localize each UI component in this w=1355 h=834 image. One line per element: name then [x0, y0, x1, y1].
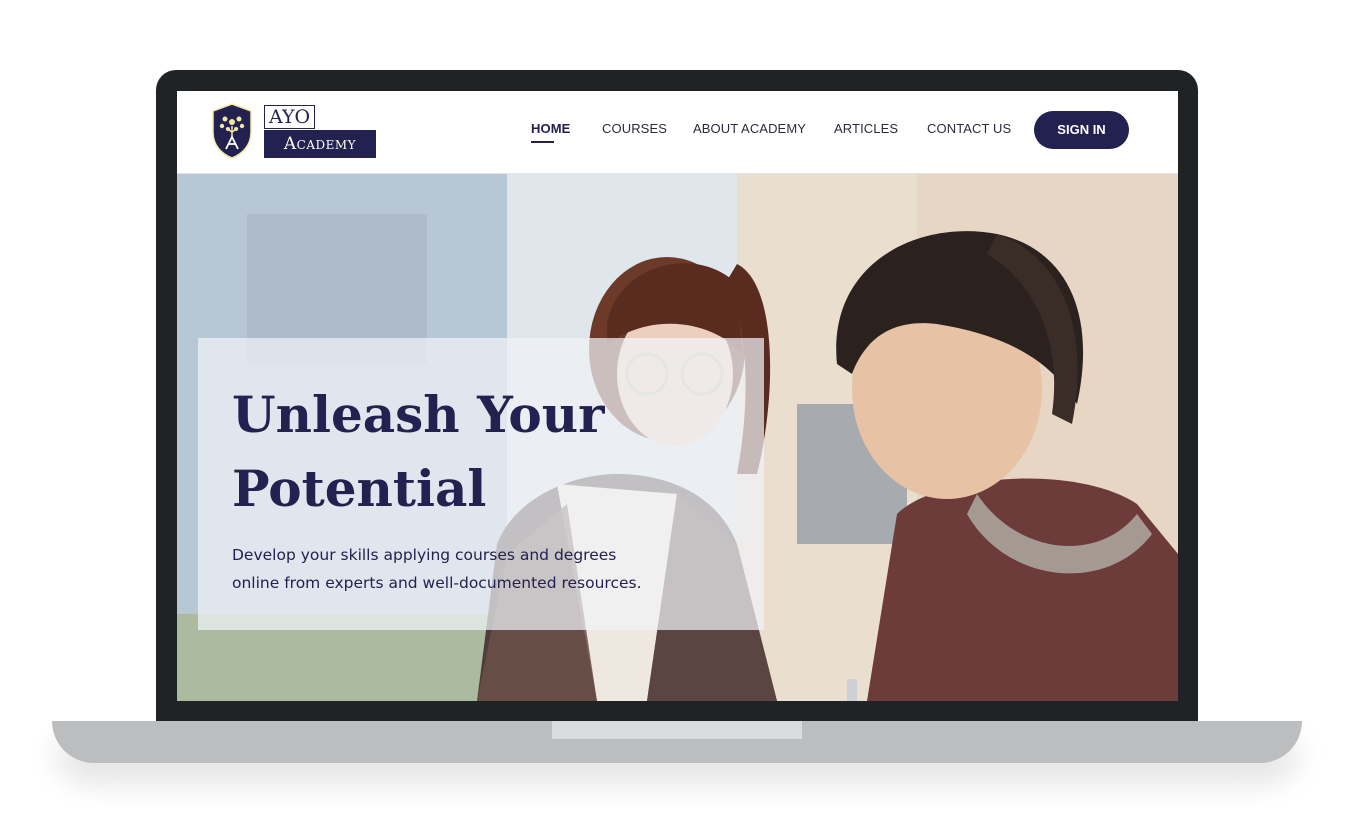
- hero-text-card: Unleash Your Potential Develop your skil…: [198, 338, 764, 630]
- logo-wordmark-top: AYO: [264, 105, 316, 129]
- nav-link-courses[interactable]: COURSES: [602, 121, 667, 136]
- laptop-hinge: [552, 721, 802, 739]
- laptop-screen: AYO Academy HOME COURSES ABOUT ACADEMY A…: [177, 91, 1178, 701]
- hero-subtitle: Develop your skills applying courses and…: [232, 541, 672, 597]
- nav-active-indicator: [531, 141, 554, 143]
- hero-subtitle-line1: Develop your skills applying courses and…: [232, 546, 617, 564]
- sign-in-button[interactable]: SIGN IN: [1034, 111, 1129, 149]
- hero-title-line2: Potential: [232, 459, 487, 518]
- laptop-base: [52, 721, 1302, 763]
- nav-link-about-academy[interactable]: ABOUT ACADEMY: [693, 121, 806, 136]
- hero-title-line1: Unleash Your: [232, 385, 605, 444]
- logo-wordmark-bottom: Academy: [264, 130, 376, 158]
- hero-subtitle-line2: online from experts and well-documented …: [232, 574, 642, 592]
- hero-section: Unleash Your Potential Develop your skil…: [177, 174, 1178, 701]
- nav-link-home[interactable]: HOME: [531, 121, 570, 136]
- shield-logo-icon: [212, 103, 252, 159]
- top-navbar: AYO Academy HOME COURSES ABOUT ACADEMY A…: [177, 91, 1178, 174]
- nav-link-articles[interactable]: ARTICLES: [834, 121, 898, 136]
- nav-link-contact-us[interactable]: CONTACT US: [927, 121, 1011, 136]
- hero-title: Unleash Your Potential: [232, 378, 772, 526]
